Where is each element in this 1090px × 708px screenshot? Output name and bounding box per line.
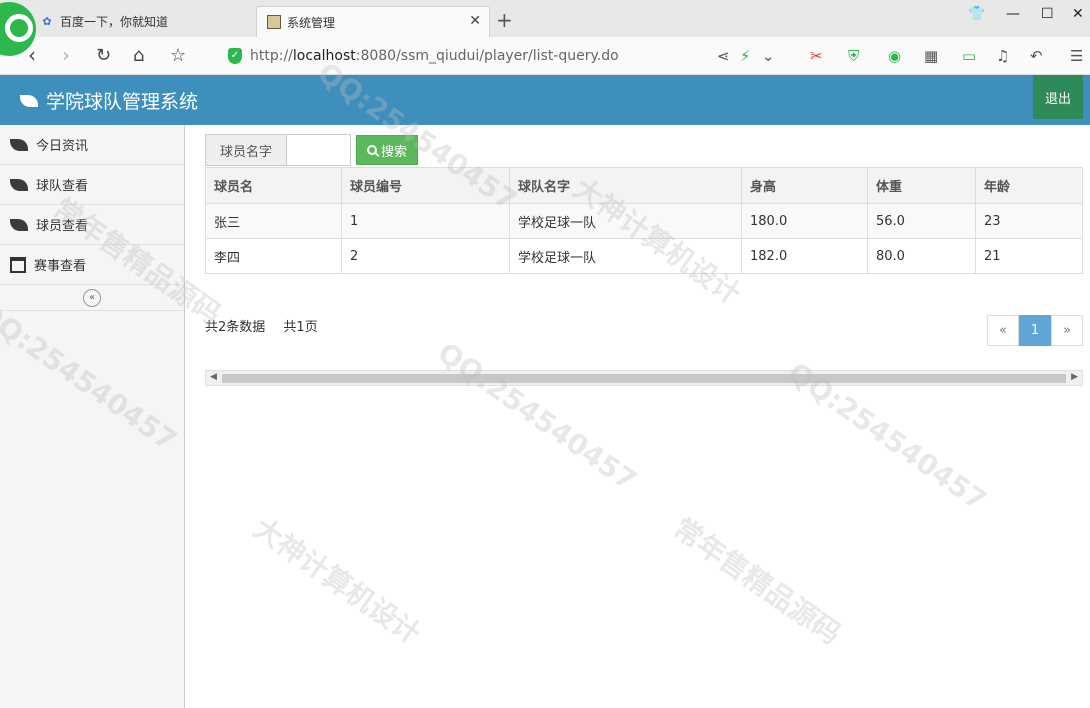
table-cell: 1 <box>341 203 510 239</box>
browser-toolbar: ‹ › ↻ ⌂ ☆ ✓ http://localhost:8080/ssm_qi… <box>0 37 1090 75</box>
horizontal-scrollbar[interactable]: ◀ ▶ <box>205 370 1083 386</box>
lightning-icon[interactable]: ⚡ <box>740 47 751 65</box>
table-cell: 182.0 <box>741 238 868 274</box>
watermark: QQ:254540457 <box>431 335 643 498</box>
pagination: « 1 » <box>987 315 1083 346</box>
table-row[interactable]: 张三 1 学校足球一队 180.0 56.0 23 <box>205 203 1083 239</box>
table-cell: 2 <box>341 238 510 274</box>
sidebar-item-teams[interactable]: 球队查看 <box>0 165 184 205</box>
column-header[interactable]: 年龄 <box>975 167 1083 204</box>
page-button-current[interactable]: 1 <box>1019 315 1051 346</box>
table-cell: 80.0 <box>867 238 976 274</box>
tab-title: 百度一下，你就知道 <box>60 15 169 29</box>
table-cell: 21 <box>975 238 1083 274</box>
logout-button[interactable]: 退出 <box>1033 75 1083 119</box>
app-header: 学院球队管理系统 退出 <box>0 75 1090 125</box>
close-window-icon[interactable]: ✕ <box>1072 6 1084 22</box>
dropdown-chevron-icon[interactable]: ⌄ <box>762 47 775 65</box>
shield-extension-icon[interactable]: ⛨ <box>848 47 859 65</box>
skin-icon[interactable]: 👕 <box>968 6 985 22</box>
prev-page-button[interactable]: « <box>987 315 1019 346</box>
watermark: 常年售精品源码 <box>667 511 847 651</box>
column-header[interactable]: 球队名字 <box>509 167 742 204</box>
calendar-icon <box>10 256 26 273</box>
column-header[interactable]: 球员名 <box>205 167 342 204</box>
column-header[interactable]: 身高 <box>741 167 868 204</box>
baidu-paw-icon: ✿ <box>42 15 52 28</box>
table-cell: 张三 <box>205 203 342 239</box>
sidebar-item-label: 球队查看 <box>36 179 89 194</box>
app-title: 学院球队管理系统 <box>20 87 198 114</box>
reload-icon[interactable]: ↻ <box>96 45 111 66</box>
watermark: 大神计算机设计 <box>247 511 427 651</box>
menu-icon[interactable]: ☰ <box>1070 47 1083 65</box>
total-pages-text: 共1页 <box>283 320 318 335</box>
column-header[interactable]: 体重 <box>867 167 976 204</box>
forward-icon[interactable]: › <box>62 43 70 67</box>
share-icon[interactable]: ⋖ <box>717 47 730 65</box>
new-tab-icon[interactable]: + <box>496 8 513 32</box>
home-icon[interactable]: ⌂ <box>133 45 144 66</box>
table-summary: 共2条数据 共1页 <box>205 316 318 335</box>
tab-title: 系统管理 <box>287 15 336 30</box>
browser-tab-system[interactable]: 系统管理 ✕ <box>256 6 490 37</box>
column-header[interactable]: 球员编号 <box>341 167 510 204</box>
leaf-icon <box>10 178 28 191</box>
table-row[interactable]: 李四 2 学校足球一队 182.0 80.0 21 <box>205 238 1083 274</box>
table-cell: 180.0 <box>741 203 868 239</box>
search-icon <box>366 145 377 155</box>
address-bar[interactable]: ✓ http://localhost:8080/ssm_qiudui/playe… <box>228 43 788 69</box>
sidebar-item-label: 今日资讯 <box>36 139 89 154</box>
sidebar-item-players[interactable]: 球员查看 <box>0 205 184 245</box>
leaf-icon <box>20 94 38 107</box>
player-name-input[interactable] <box>287 134 351 166</box>
extension-green-icon[interactable]: ◉ <box>888 47 901 65</box>
page-favicon-icon <box>267 15 281 29</box>
search-bar: 球员名字 搜索 <box>205 134 418 166</box>
sidebar: 今日资讯 球队查看 球员查看 赛事查看 « <box>0 125 185 708</box>
search-label: 球员名字 <box>205 134 287 166</box>
scroll-right-icon[interactable]: ▶ <box>1071 372 1078 382</box>
browser-tab-bar: ✿ 百度一下，你就知道 系统管理 ✕ + 👕 — ☐ ✕ <box>0 0 1090 56</box>
apps-grid-icon[interactable]: ▦ <box>924 47 938 65</box>
leaf-icon <box>10 218 28 231</box>
table-cell: 学校足球一队 <box>509 238 742 274</box>
tab-close-icon[interactable]: ✕ <box>469 13 481 29</box>
player-table: 球员名 球员编号 球队名字 身高 体重 年龄 张三 1 学校足球一队 180.0… <box>205 167 1083 274</box>
maximize-icon[interactable]: ☐ <box>1041 6 1054 22</box>
table-cell: 学校足球一队 <box>509 203 742 239</box>
scrollbar-thumb[interactable] <box>222 374 1066 383</box>
leaf-icon <box>10 138 28 151</box>
headphones-icon[interactable]: ♫ <box>996 47 1009 65</box>
sidebar-item-matches[interactable]: 赛事查看 <box>0 245 184 285</box>
table-cell: 李四 <box>205 238 342 274</box>
scroll-left-icon[interactable]: ◀ <box>210 372 217 382</box>
sidebar-item-label: 赛事查看 <box>34 259 87 274</box>
table-cell: 23 <box>975 203 1083 239</box>
sidebar-collapse-row: « <box>0 285 184 311</box>
browser-tab-baidu[interactable]: ✿ 百度一下，你就知道 <box>30 6 252 37</box>
collapse-sidebar-icon[interactable]: « <box>83 288 101 307</box>
bookmark-star-icon[interactable]: ☆ <box>170 45 186 66</box>
search-button[interactable]: 搜索 <box>356 135 418 165</box>
sidebar-item-label: 球员查看 <box>36 219 89 234</box>
sidebar-item-news[interactable]: 今日资讯 <box>0 125 184 165</box>
next-page-button[interactable]: » <box>1051 315 1083 346</box>
undo-icon[interactable]: ↶ <box>1030 47 1043 65</box>
table-header-row: 球员名 球员编号 球队名字 身高 体重 年龄 <box>205 167 1083 204</box>
url-text: http://localhost:8080/ssm_qiudui/player/… <box>250 48 619 64</box>
battery-icon[interactable]: ▭ <box>962 47 976 65</box>
scissors-icon[interactable]: ✂ <box>810 47 823 65</box>
minimize-icon[interactable]: — <box>1006 6 1020 22</box>
total-records-text: 共2条数据 <box>205 320 266 335</box>
table-cell: 56.0 <box>867 203 976 239</box>
security-shield-icon: ✓ <box>228 48 242 64</box>
